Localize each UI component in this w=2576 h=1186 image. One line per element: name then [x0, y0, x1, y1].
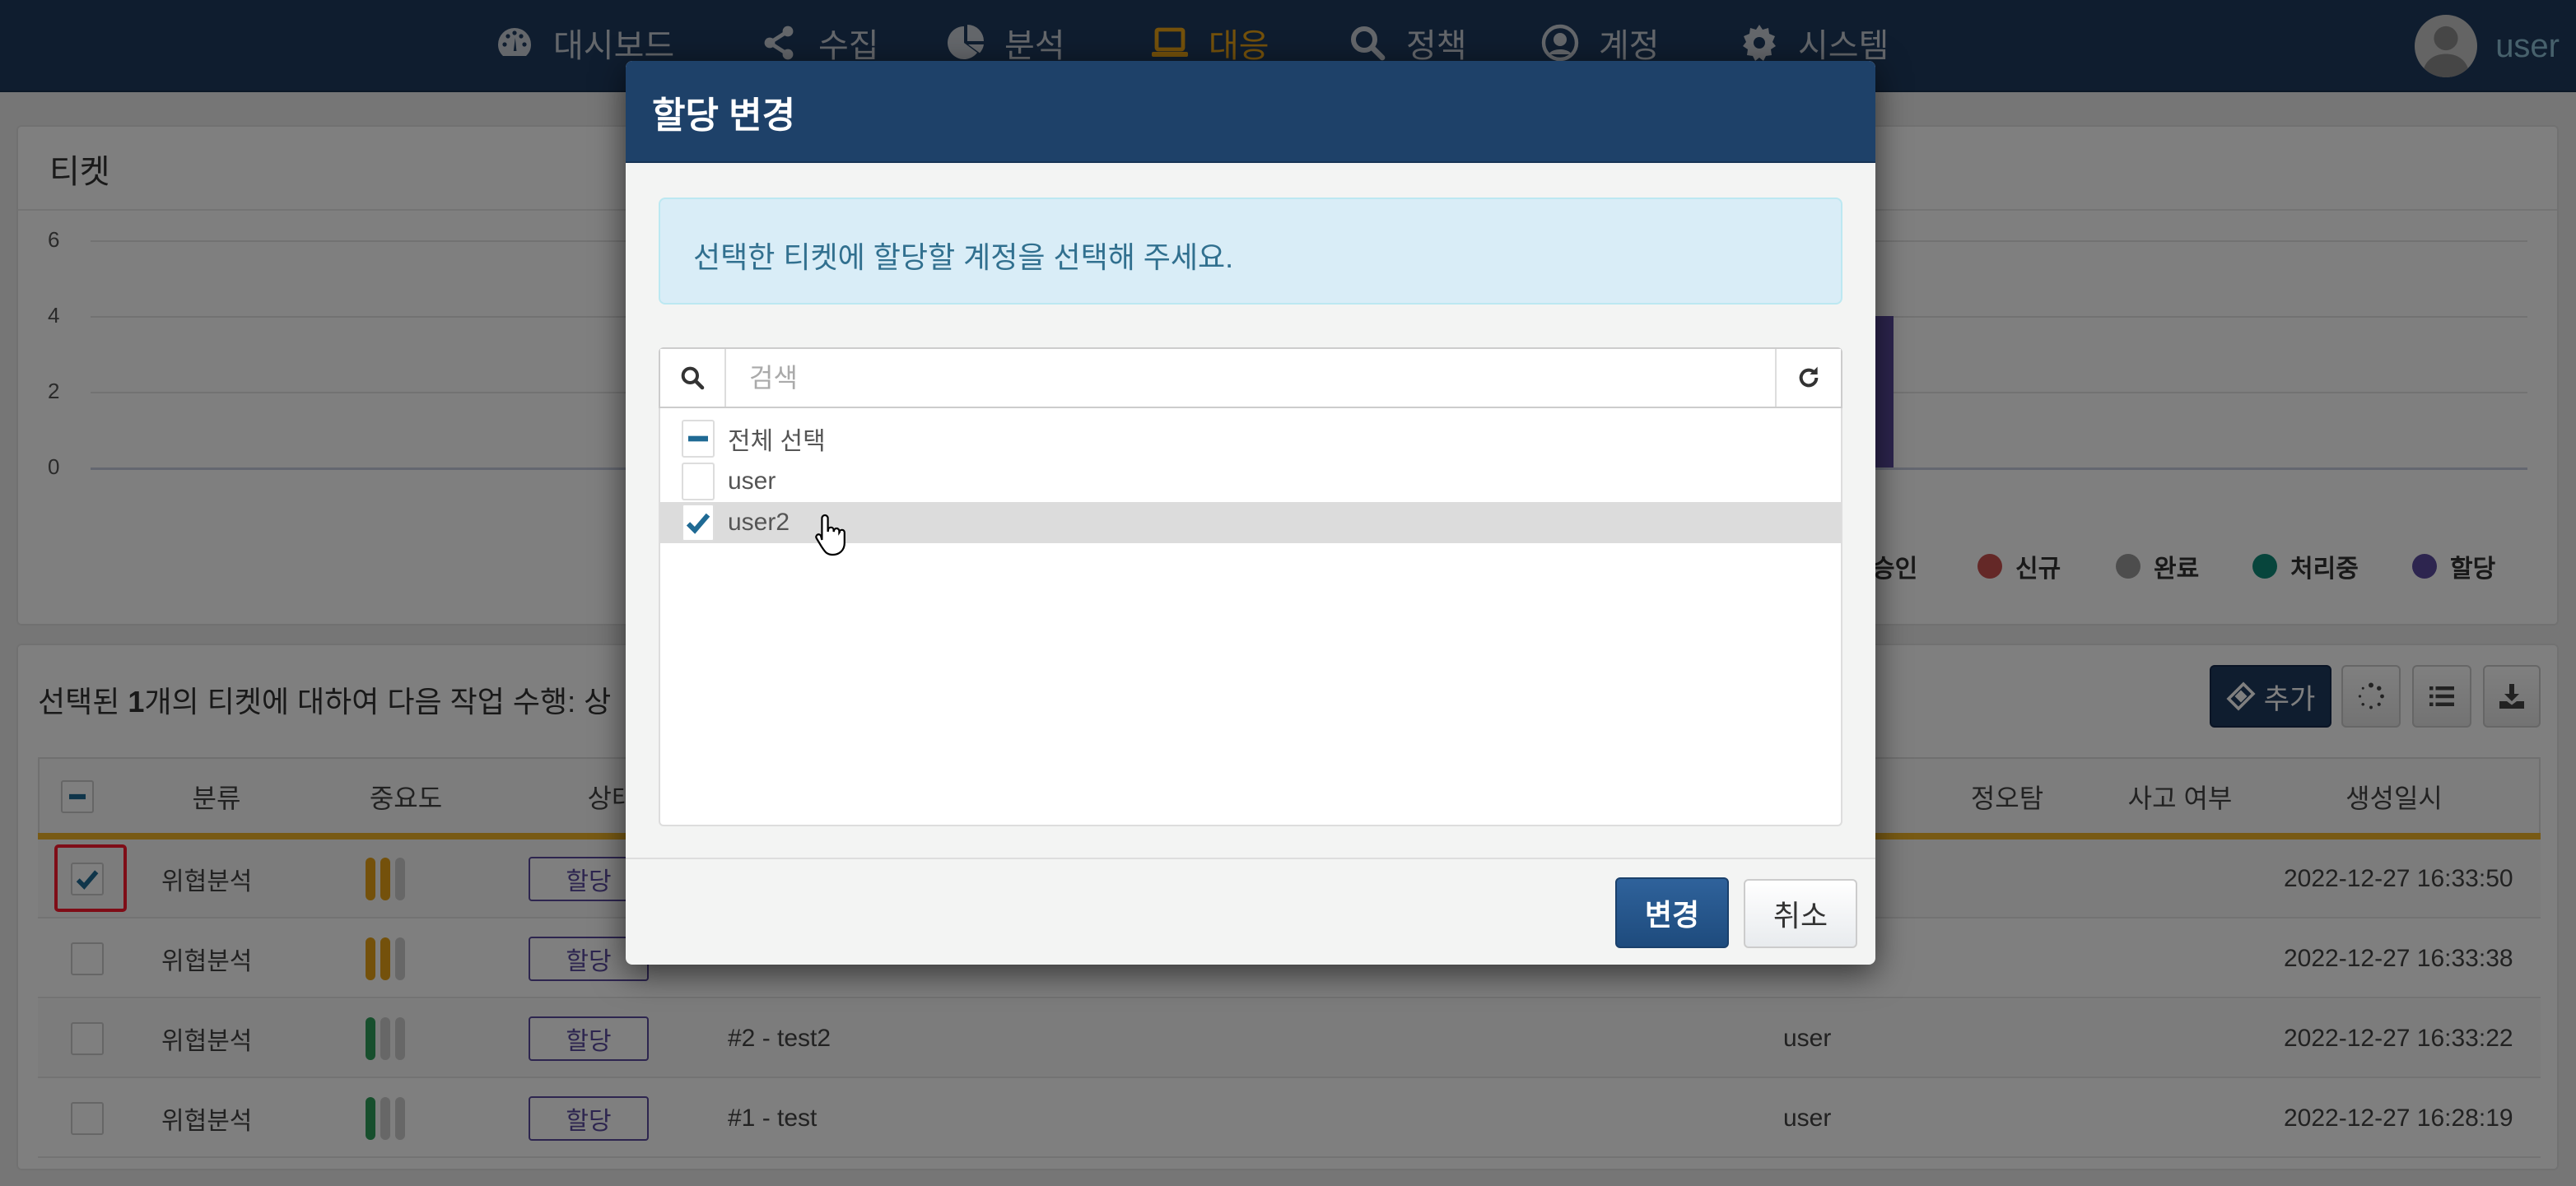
refresh-icon	[1799, 366, 1819, 388]
info-text: 선택한 티켓에 할당할 계정을 선택해 주세요.	[693, 240, 1234, 274]
account-search-group	[659, 347, 1842, 408]
select-all-checkbox[interactable]	[682, 420, 715, 458]
select-all-label: 전체 선택	[728, 428, 826, 455]
account-list: 전체 선택 user user2	[659, 408, 1842, 826]
search-icon	[681, 366, 705, 390]
search-button[interactable]	[660, 349, 726, 407]
checkmark-icon	[686, 513, 710, 534]
info-alert: 선택한 티켓에 할당할 계정을 선택해 주세요.	[659, 198, 1842, 305]
assign-change-modal: 할당 변경 선택한 티켓에 할당할 계정을 선택해 주세요. 전체 선택 use…	[626, 61, 1875, 965]
modal-header: 할당 변경	[626, 61, 1875, 163]
account-checkbox[interactable]	[682, 463, 715, 500]
modal-footer-divider	[626, 858, 1875, 859]
confirm-change-button[interactable]: 변경	[1615, 877, 1729, 948]
reset-search-button[interactable]	[1775, 349, 1841, 407]
modal-title: 할당 변경	[652, 95, 796, 136]
hand-cursor-icon	[815, 514, 845, 556]
account-item[interactable]: user	[660, 461, 1841, 502]
select-all-item[interactable]: 전체 선택	[660, 418, 1841, 459]
account-label: user	[728, 467, 776, 495]
indeterminate-icon	[688, 435, 708, 442]
cancel-button[interactable]: 취소	[1744, 879, 1857, 948]
account-checkbox[interactable]	[682, 504, 715, 542]
account-label: user2	[728, 509, 790, 536]
account-search-input[interactable]	[728, 349, 1773, 407]
